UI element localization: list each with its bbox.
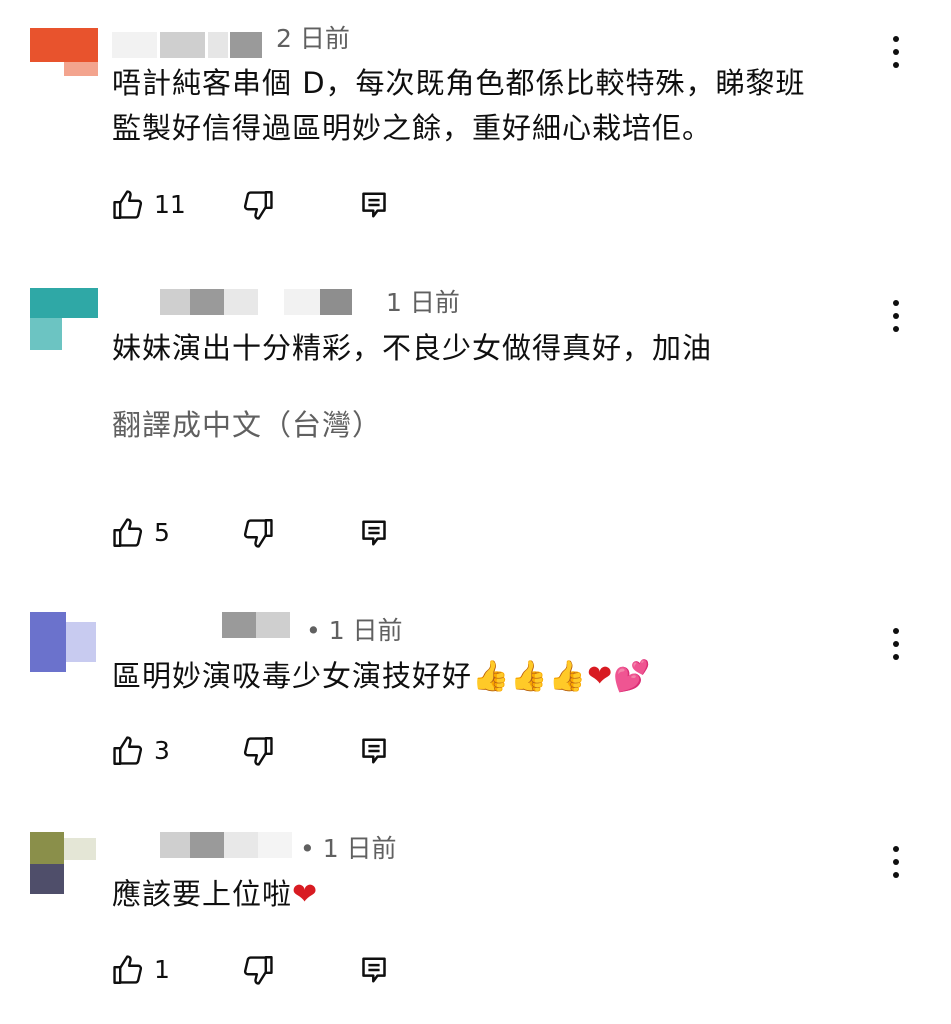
comment-actions: 5 bbox=[110, 516, 410, 552]
reply-button[interactable] bbox=[360, 953, 390, 989]
red-heart-emoji: ❤ bbox=[587, 659, 614, 694]
like-button[interactable]: 3 bbox=[110, 734, 190, 770]
more-options-button[interactable] bbox=[884, 36, 908, 70]
thumbs-up-icon bbox=[113, 955, 143, 984]
comment-timestamp: • 1 日前 bbox=[300, 834, 397, 863]
red-heart-emoji: ❤ bbox=[292, 877, 319, 912]
comment-text-line: 唔計純客串個 D，每次既角色都係比較特殊，睇黎班 bbox=[112, 66, 806, 100]
reply-button[interactable] bbox=[360, 734, 390, 770]
dislike-button[interactable] bbox=[240, 188, 276, 224]
avatar[interactable] bbox=[30, 612, 98, 674]
comment-actions: 3 bbox=[110, 734, 410, 770]
comment-timestamp: 1 日前 bbox=[386, 288, 460, 317]
thumbs-up-icon bbox=[113, 518, 143, 547]
author-name-redacted[interactable] bbox=[222, 612, 290, 638]
more-options-button[interactable] bbox=[884, 628, 908, 662]
comment-text-line: 應該要上位啦❤ bbox=[112, 872, 318, 917]
comment-timestamp: • 1 日前 bbox=[306, 616, 403, 645]
thumbs-up-emoji: 👍 bbox=[510, 659, 549, 694]
comment-text-line: 監製好信得過區明妙之餘，重好細心栽培佢。 bbox=[112, 111, 713, 145]
thumbs-up-emoji: 👍 bbox=[548, 659, 588, 694]
like-button[interactable]: 11 bbox=[110, 188, 190, 224]
thumbs-up-icon bbox=[113, 190, 143, 219]
avatar[interactable] bbox=[30, 28, 98, 90]
translate-link[interactable]: 翻譯成中文（台灣） bbox=[112, 402, 382, 444]
reply-icon bbox=[362, 957, 386, 983]
thumbs-down-icon bbox=[243, 191, 273, 220]
avatar[interactable] bbox=[30, 832, 98, 894]
two-hearts-emoji: 💕 bbox=[613, 659, 652, 694]
thumbs-down-icon bbox=[243, 519, 273, 548]
like-count: 3 bbox=[154, 736, 170, 765]
comment-text-line: 區明妙演吸毒少女演技好好👍👍👍❤💕 bbox=[112, 654, 652, 699]
reply-button[interactable] bbox=[360, 188, 390, 224]
author-name-redacted[interactable] bbox=[112, 32, 262, 58]
thumbs-down-icon bbox=[243, 956, 273, 985]
dislike-button[interactable] bbox=[240, 516, 276, 552]
reply-icon bbox=[362, 738, 386, 764]
comment-actions: 1 bbox=[110, 953, 410, 989]
like-count: 5 bbox=[154, 518, 170, 547]
dislike-button[interactable] bbox=[240, 734, 276, 770]
reply-button[interactable] bbox=[360, 516, 390, 552]
comment-text: 區明妙演吸毒少女演技好好 bbox=[112, 659, 473, 693]
reply-icon bbox=[362, 520, 386, 546]
author-name-redacted[interactable] bbox=[160, 289, 352, 315]
like-button[interactable]: 1 bbox=[110, 953, 190, 989]
more-options-button[interactable] bbox=[884, 300, 908, 334]
like-count: 11 bbox=[154, 190, 186, 219]
more-options-button[interactable] bbox=[884, 846, 908, 880]
thumbs-down-icon bbox=[243, 737, 273, 766]
avatar[interactable] bbox=[30, 288, 98, 350]
dislike-button[interactable] bbox=[240, 953, 276, 989]
like-count: 1 bbox=[154, 955, 170, 984]
thumbs-up-icon bbox=[113, 736, 143, 765]
like-button[interactable]: 5 bbox=[110, 516, 190, 552]
comment-text: 應該要上位啦 bbox=[112, 877, 293, 911]
thumbs-up-emoji: 👍 bbox=[472, 659, 511, 694]
reply-icon bbox=[362, 192, 386, 218]
author-name-redacted[interactable] bbox=[160, 832, 292, 858]
comment-actions: 11 bbox=[110, 188, 410, 224]
comment-text-line: 妹妹演出十分精彩，不良少女做得真好，加油 bbox=[112, 331, 713, 365]
comment-timestamp: 2 日前 bbox=[276, 24, 350, 53]
